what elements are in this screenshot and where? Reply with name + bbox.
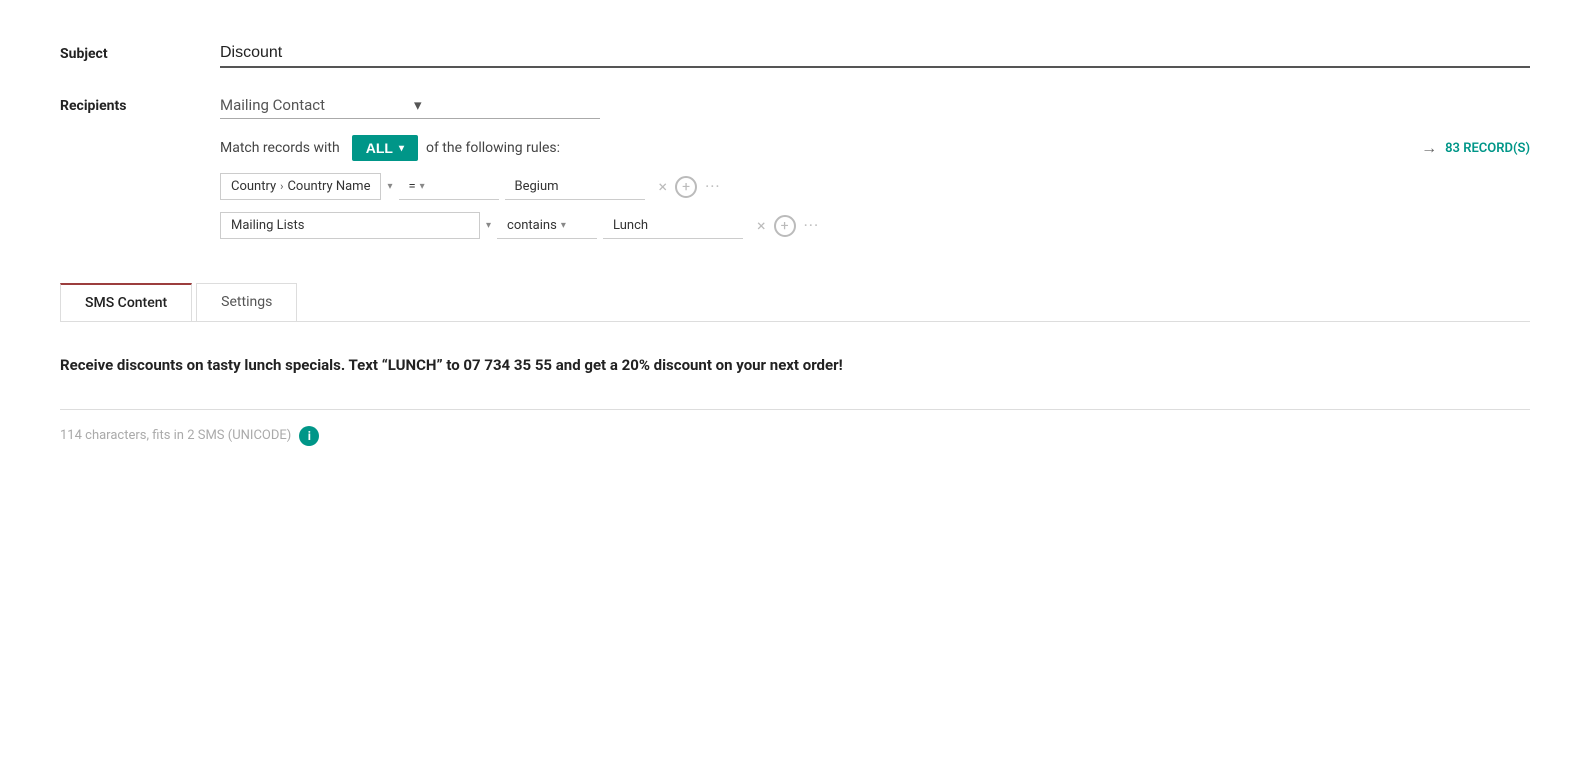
rule-actions-1: × + ···: [659, 176, 721, 198]
rule-field-mailing-lists-text: Mailing Lists: [231, 218, 304, 233]
rule-row-1: Country › Country Name ▾ = ▾ Begium ×: [220, 173, 1530, 200]
rule-value-2[interactable]: Lunch: [603, 213, 743, 239]
rule-value-1[interactable]: Begium: [505, 174, 645, 200]
all-dropdown-icon: ▾: [399, 143, 404, 154]
tab-settings[interactable]: Settings: [196, 283, 297, 321]
rule-field-country-text: Country: [231, 179, 276, 194]
subject-content: [220, 40, 1530, 68]
rule-value-1-text: Begium: [515, 179, 559, 194]
chevron-right-icon-1: ›: [280, 180, 283, 193]
match-text-post: of the following rules:: [426, 140, 560, 156]
subject-input[interactable]: [220, 40, 1530, 68]
rule-operator-1-text: =: [409, 179, 416, 194]
chevron-down-icon: ▾: [414, 96, 600, 114]
rule-add-icon-2[interactable]: +: [774, 215, 796, 237]
recipients-content: Mailing Contact ▾ Match records with ALL…: [220, 92, 1530, 251]
page-container: Subject Recipients Mailing Contact ▾ Mat…: [0, 0, 1590, 486]
rule-more-icon-2[interactable]: ···: [804, 216, 820, 235]
rule-operator-2[interactable]: contains ▾: [497, 213, 597, 239]
records-count: 83 RECORD(S): [1445, 141, 1530, 156]
operator-dropdown-arrow-1: ▾: [387, 181, 392, 192]
rule-delete-icon-2[interactable]: ×: [757, 216, 766, 235]
rule-field-country-name-text: Country Name: [287, 179, 370, 194]
all-button[interactable]: ALL ▾: [352, 135, 418, 161]
match-row: Match records with ALL ▾ of the followin…: [220, 135, 1530, 161]
records-link[interactable]: → 83 RECORD(S): [1421, 138, 1530, 158]
info-icon[interactable]: i: [299, 426, 319, 446]
sms-meta: 114 characters, fits in 2 SMS (UNICODE) …: [60, 426, 1530, 446]
subject-label: Subject: [60, 40, 220, 62]
rules-section: Match records with ALL ▾ of the followin…: [220, 135, 1530, 239]
rule-add-icon-1[interactable]: +: [675, 176, 697, 198]
rule-field-mailing-lists[interactable]: Mailing Lists: [220, 212, 480, 239]
sms-char-count: 114 characters, fits in 2 SMS (UNICODE): [60, 428, 291, 443]
operator-dropdown-arrow-2: ▾: [486, 220, 491, 231]
sms-content-area: Receive discounts on tasty lunch special…: [60, 322, 1530, 446]
arrow-right-icon: →: [1421, 138, 1437, 158]
rule-value-2-text: Lunch: [613, 218, 648, 233]
recipients-dropdown[interactable]: Mailing Contact ▾: [220, 92, 600, 119]
recipients-dropdown-value: Mailing Contact: [220, 96, 406, 114]
sms-divider: [60, 409, 1530, 410]
recipients-row: Recipients Mailing Contact ▾ Match recor…: [60, 92, 1530, 251]
rule-more-icon-1[interactable]: ···: [705, 177, 721, 196]
rule-operator-2-text: contains: [507, 218, 557, 233]
rule-row-2: Mailing Lists ▾ contains ▾ Lunch × +: [220, 212, 1530, 239]
rule-delete-icon-1[interactable]: ×: [659, 177, 668, 196]
tab-sms-content[interactable]: SMS Content: [60, 283, 192, 321]
match-text-pre: Match records with: [220, 140, 340, 156]
rule-actions-2: × + ···: [757, 215, 819, 237]
sms-message: Receive discounts on tasty lunch special…: [60, 354, 1530, 377]
recipients-label: Recipients: [60, 92, 220, 114]
rule-field-country[interactable]: Country › Country Name: [220, 173, 381, 200]
all-button-label: ALL: [366, 140, 393, 156]
operator-dropdown-icon-1: ▾: [420, 181, 425, 192]
tabs-row: SMS Content Settings: [60, 283, 1530, 322]
rule-operator-1[interactable]: = ▾: [399, 174, 499, 200]
operator-dropdown-icon-2: ▾: [561, 220, 566, 231]
subject-row: Subject: [60, 40, 1530, 68]
